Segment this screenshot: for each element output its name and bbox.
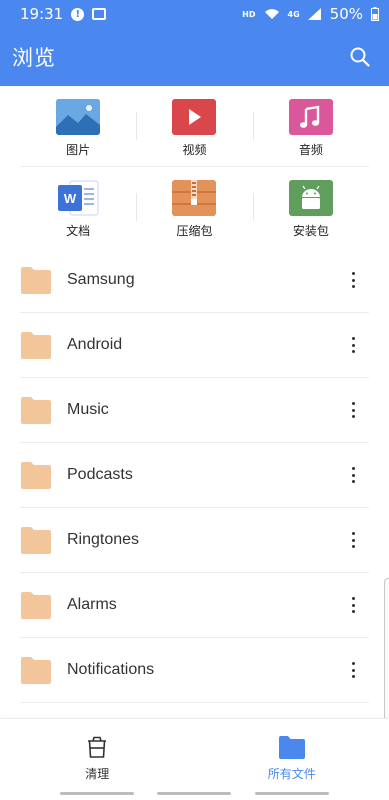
folder-row[interactable]: Music	[20, 378, 369, 443]
category-row: 图片 视频 音频	[20, 86, 369, 167]
folder-name: Ringtones	[67, 531, 140, 548]
more-options-button[interactable]	[347, 270, 359, 290]
category-label: 音频	[298, 143, 323, 157]
folder-icon	[21, 657, 51, 684]
category-grid: 图片 视频 音频 W 文档 压缩包 安装包	[20, 86, 369, 248]
status-bar: 19:31 ! HD 4G 50%	[0, 0, 389, 28]
video-icon	[172, 99, 217, 135]
category-videos[interactable]: 视频	[136, 86, 252, 166]
folder-name: Podcasts	[67, 466, 133, 483]
folder-icon	[21, 397, 51, 424]
music-icon	[288, 99, 333, 135]
page-title: 浏览	[12, 46, 56, 70]
folder-name: Notifications	[67, 661, 155, 678]
svg-text:W: W	[64, 191, 77, 206]
nav-all-files[interactable]: 所有文件	[195, 719, 389, 786]
network-type: 4G	[287, 9, 300, 19]
folder-name: Music	[67, 401, 109, 418]
folder-row[interactable]: Samsung	[20, 248, 369, 313]
folder-icon	[278, 736, 305, 759]
folder-icon	[21, 527, 51, 554]
hd-indicator: HD	[242, 9, 256, 19]
word-doc-icon: W	[56, 180, 100, 216]
folder-icon	[21, 267, 51, 294]
category-audio[interactable]: 音频	[252, 86, 369, 166]
android-apk-icon	[288, 180, 333, 216]
message-icon	[92, 8, 107, 20]
folder-row[interactable]: Podcasts	[20, 443, 369, 508]
more-options-button[interactable]	[347, 465, 359, 485]
zip-archive-icon	[172, 180, 217, 216]
more-options-button[interactable]	[347, 660, 359, 680]
wifi-icon	[264, 8, 280, 20]
scrollbar-handle[interactable]	[384, 578, 389, 726]
folder-icon	[21, 332, 51, 359]
category-label: 图片	[66, 143, 91, 157]
folder-name: Samsung	[67, 271, 135, 288]
more-options-button[interactable]	[347, 400, 359, 420]
category-label: 安装包	[292, 224, 329, 238]
category-images[interactable]: 图片	[20, 86, 136, 166]
folder-name: Alarms	[67, 596, 117, 613]
category-label: 视频	[182, 143, 207, 157]
folder-row[interactable]: Android	[20, 313, 369, 378]
folder-row[interactable]: Notifications	[20, 638, 369, 703]
folder-list: Samsung Android Music Podcasts Ringtones…	[20, 248, 369, 703]
nav-label: 所有文件	[267, 767, 316, 781]
phone-screen: 19:31 ! HD 4G 50% 浏览 图片 视频 音频 W 文档 压缩包 安…	[0, 0, 389, 800]
alert-icon: !	[71, 7, 85, 21]
search-icon	[350, 47, 370, 67]
trash-clean-icon	[88, 736, 107, 758]
folder-row[interactable]: Ringtones	[20, 508, 369, 573]
category-documents[interactable]: W 文档	[20, 167, 136, 248]
category-row: W 文档 压缩包 安装包	[20, 167, 369, 248]
battery-percent: 50%	[329, 5, 363, 23]
gesture-hint	[255, 791, 330, 795]
gesture-hint	[59, 791, 134, 795]
nav-clean[interactable]: 清理	[0, 719, 195, 786]
signal-icon	[307, 8, 322, 20]
category-label: 文档	[66, 224, 91, 238]
more-options-button[interactable]	[347, 530, 359, 550]
more-options-button[interactable]	[347, 595, 359, 615]
folder-name: Android	[67, 336, 123, 353]
folder-icon	[21, 592, 51, 619]
gesture-hint	[157, 791, 232, 795]
bottom-nav: 清理 所有文件	[0, 718, 389, 786]
battery-icon	[371, 7, 379, 21]
gesture-bar	[0, 786, 389, 800]
folder-icon	[21, 462, 51, 489]
app-bar: 浏览	[0, 28, 389, 86]
more-options-button[interactable]	[347, 335, 359, 355]
category-archives[interactable]: 压缩包	[136, 167, 252, 248]
folder-row[interactable]: Alarms	[20, 573, 369, 638]
status-time: 19:31	[20, 5, 64, 23]
search-button[interactable]	[345, 42, 375, 72]
image-icon	[56, 99, 101, 135]
category-label: 压缩包	[176, 224, 213, 238]
nav-label: 清理	[85, 767, 110, 781]
category-apks[interactable]: 安装包	[252, 167, 369, 248]
